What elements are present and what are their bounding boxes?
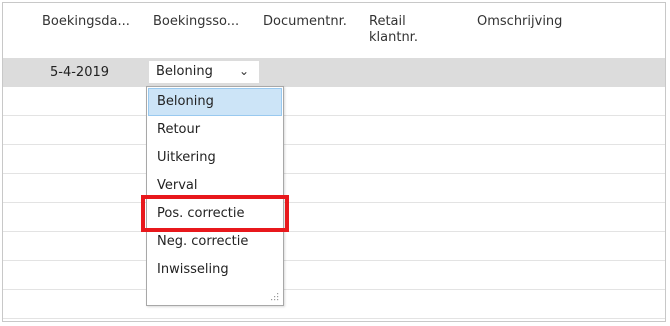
column-header-row: Boekingsda... Boekingsso... Documentnr. … xyxy=(3,3,665,55)
option-neg-correctie[interactable]: Neg. correctie xyxy=(148,228,282,256)
table-row-selected[interactable]: 5-4-2019 Beloning ⌄ xyxy=(3,58,665,87)
resize-grip-icon[interactable] xyxy=(269,291,279,301)
option-beloning[interactable]: Beloning xyxy=(148,88,282,116)
column-header-retail-klantnr[interactable]: Retail klantnr. xyxy=(369,14,439,46)
table-row[interactable] xyxy=(3,203,665,232)
column-header-omschrijving[interactable]: Omschrijving xyxy=(477,14,562,30)
table-row[interactable] xyxy=(3,261,665,290)
select-value: Beloning xyxy=(156,64,213,79)
table-row[interactable] xyxy=(3,87,665,116)
column-header-boekingssoort[interactable]: Boekingsso... xyxy=(153,14,239,30)
table-row[interactable] xyxy=(3,290,665,319)
boekingssoort-select[interactable]: Beloning ⌄ xyxy=(149,61,259,83)
table-row[interactable] xyxy=(3,174,665,203)
column-header-boekingsdatum[interactable]: Boekingsda... xyxy=(42,14,130,30)
cell-boekingsdatum[interactable]: 5-4-2019 xyxy=(50,65,109,80)
column-header-documentnr[interactable]: Documentnr. xyxy=(263,14,347,30)
grid-frame: Boekingsda... Boekingsso... Documentnr. … xyxy=(2,2,666,322)
chevron-down-icon[interactable]: ⌄ xyxy=(239,64,249,78)
annotation-highlight-box xyxy=(141,195,289,232)
table-row[interactable] xyxy=(3,145,665,174)
option-inwisseling[interactable]: Inwisseling xyxy=(148,256,282,284)
option-retour[interactable]: Retour xyxy=(148,116,282,144)
table-row[interactable] xyxy=(3,232,665,261)
option-uitkering[interactable]: Uitkering xyxy=(148,144,282,172)
table-row[interactable] xyxy=(3,116,665,145)
